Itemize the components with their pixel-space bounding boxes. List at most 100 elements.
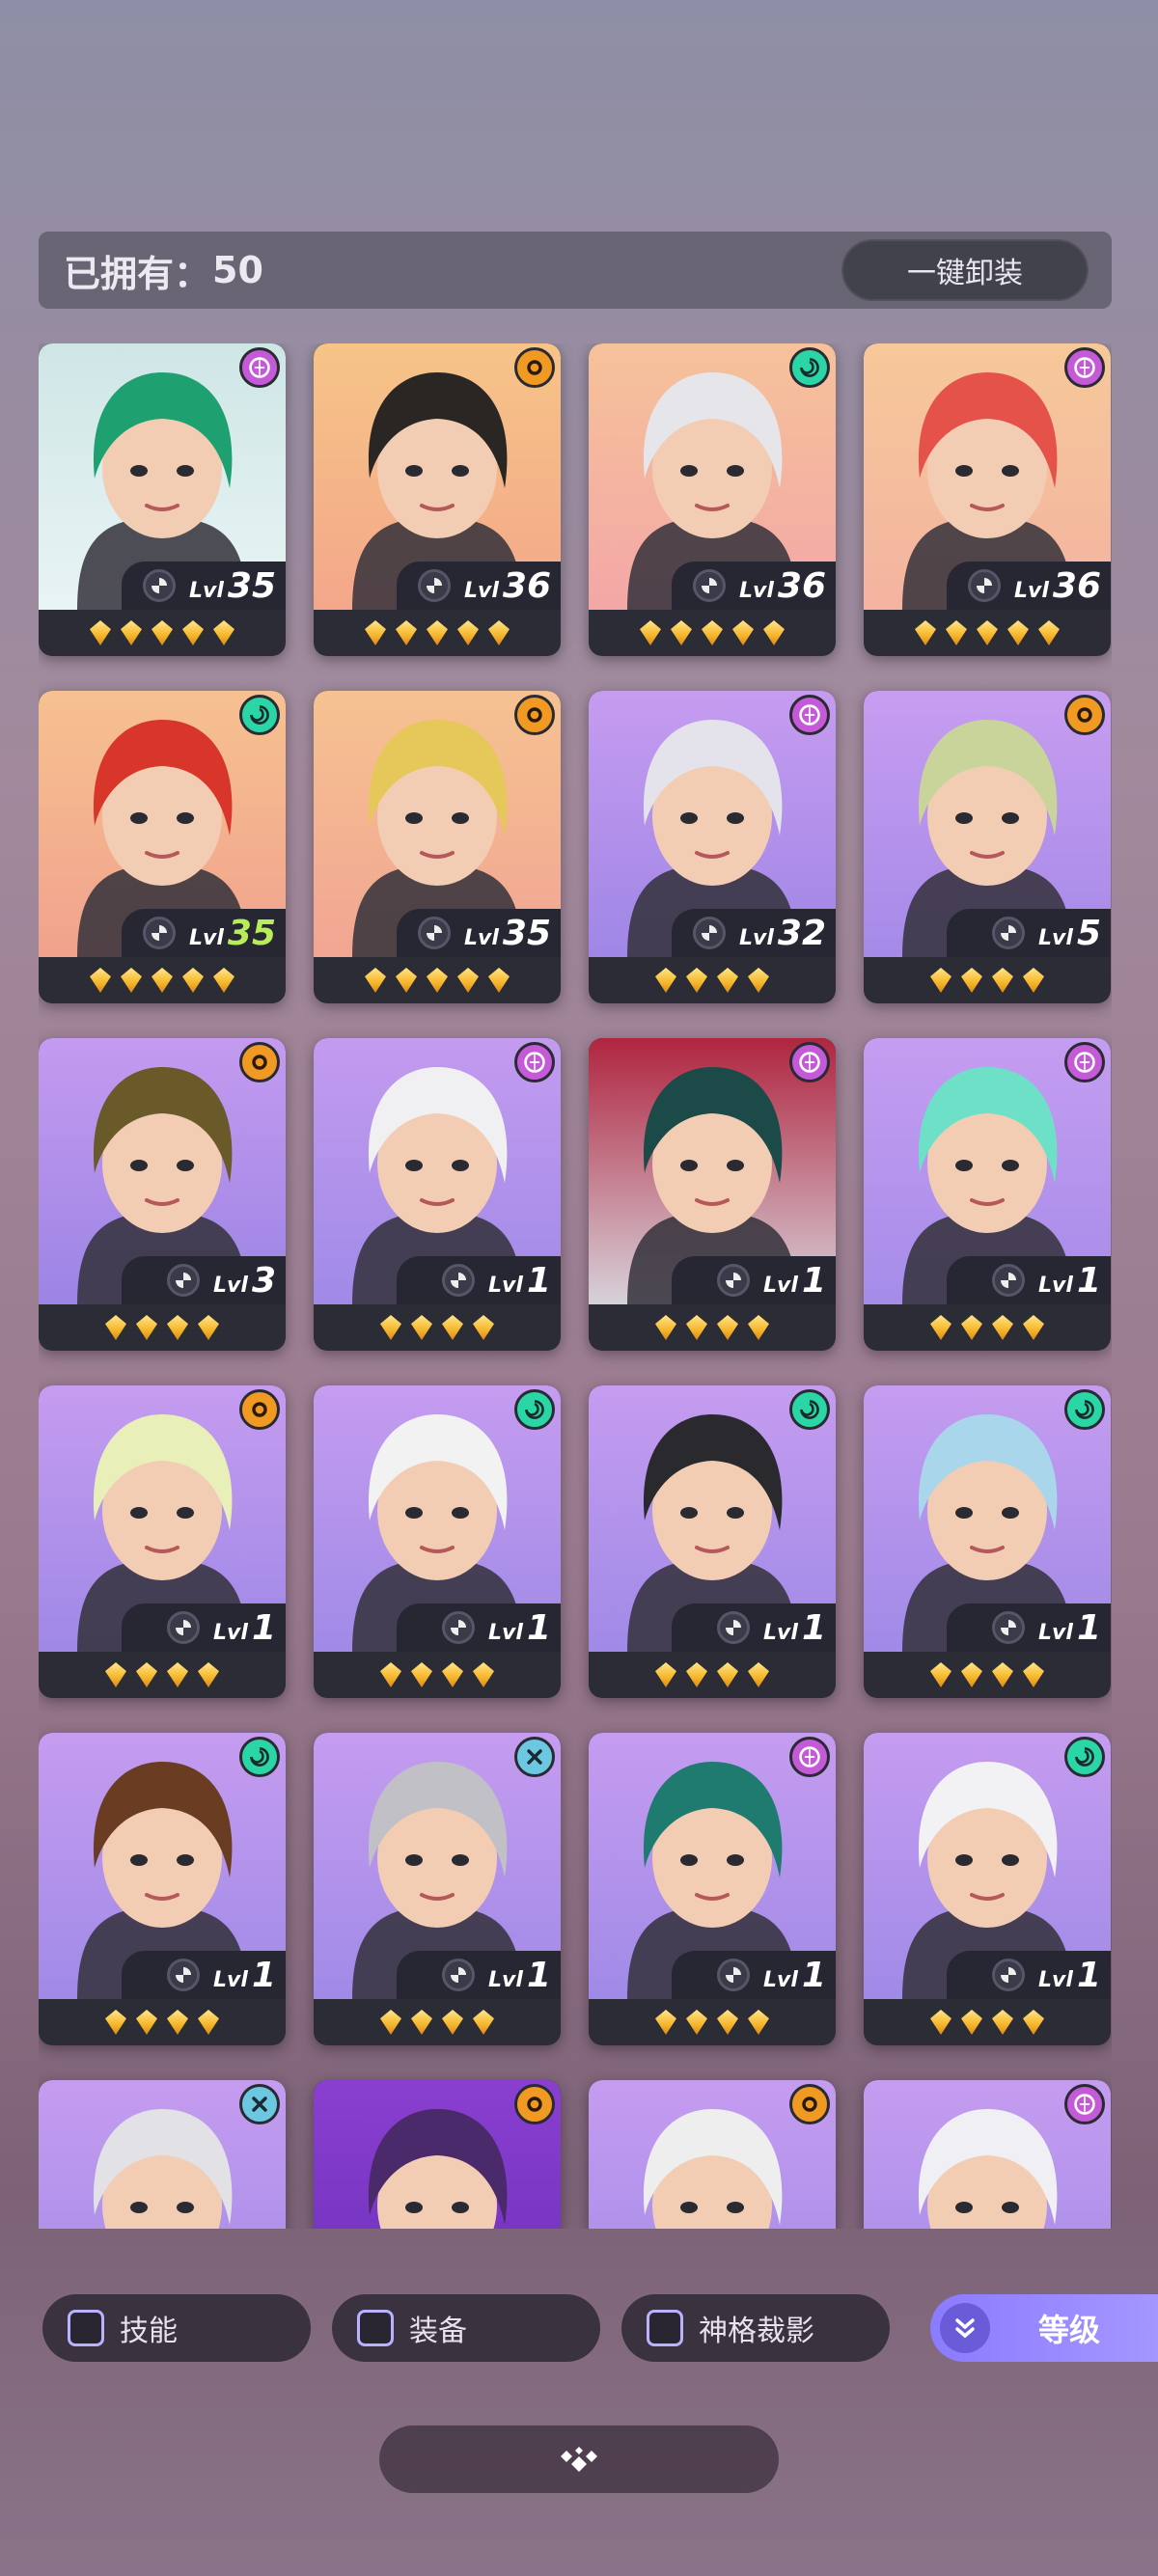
star-gem-icon	[686, 968, 707, 993]
level-text: Lvl 1	[1038, 1608, 1101, 1648]
star-gem-icon	[748, 968, 769, 993]
collapse-button[interactable]	[379, 2425, 779, 2493]
hero-card[interactable]	[314, 2080, 561, 2229]
hero-card[interactable]: Lvl 36	[314, 343, 561, 656]
hero-card[interactable]: Lvl 1	[39, 1733, 286, 2045]
hero-card[interactable]: Lvl 1	[589, 1733, 836, 2045]
sun-faction-icon	[1064, 695, 1105, 735]
level-text: Lvl 5	[1038, 914, 1101, 953]
hero-card[interactable]: Lvl 1	[314, 1733, 561, 2045]
skill-label: 技能	[120, 2315, 178, 2348]
hero-card[interactable]: Lvl 1	[314, 1038, 561, 1351]
level-value: 32	[777, 913, 826, 953]
awaken-icon	[442, 1611, 476, 1644]
star-rating	[589, 1999, 836, 2045]
hero-card[interactable]: Lvl 35	[39, 343, 286, 656]
level-value: 1	[1076, 1607, 1101, 1648]
level-value: 35	[227, 913, 276, 953]
star-gem-icon	[717, 2010, 738, 2035]
swirl-faction-icon	[789, 347, 830, 388]
star-gem-icon	[473, 1315, 494, 1340]
hero-card[interactable]: Lvl 32	[589, 691, 836, 1003]
level-text: Lvl 1	[763, 1608, 826, 1648]
level-prefix: Lvl	[763, 1967, 798, 1992]
level-text: Lvl 1	[488, 1956, 551, 1995]
level-prefix: Lvl	[188, 925, 224, 950]
chevron-double-down-icon	[940, 2303, 990, 2353]
star-gem-icon	[90, 968, 111, 993]
level-prefix: Lvl	[488, 1967, 523, 1992]
hero-card[interactable]: Lvl 1	[864, 1733, 1111, 2045]
hero-card[interactable]: Lvl 1	[589, 1385, 836, 1698]
star-gem-icon	[198, 2010, 219, 2035]
hero-card[interactable]: Lvl 35	[39, 691, 286, 1003]
filter-equip[interactable]: 装备	[332, 2294, 600, 2362]
hero-card[interactable]: Lvl 1	[39, 1385, 286, 1698]
shadow-label: 神格裁影	[699, 2315, 814, 2348]
level-text: Lvl 1	[763, 1956, 826, 1995]
star-gem-icon	[411, 1662, 432, 1687]
hero-card[interactable]	[864, 2080, 1111, 2229]
shadow-checkbox[interactable]	[647, 2310, 683, 2346]
level-value: 1	[801, 1260, 826, 1301]
level-value: 36	[777, 565, 826, 606]
awaken-icon	[992, 1264, 1026, 1297]
owned-label: 已拥有：	[64, 252, 211, 295]
hero-card[interactable]	[589, 2080, 836, 2229]
level-prefix: Lvl	[1038, 1967, 1073, 1992]
hero-card[interactable]	[39, 2080, 286, 2229]
star-gem-icon	[1023, 1662, 1044, 1687]
star-rating	[589, 610, 836, 656]
star-gem-icon	[411, 2010, 432, 2035]
void-faction-icon	[789, 1042, 830, 1082]
star-gem-icon	[1023, 2010, 1044, 2035]
level-text: Lvl 1	[488, 1261, 551, 1301]
hero-card[interactable]: Lvl 1	[314, 1385, 561, 1698]
star-gem-icon	[961, 2010, 982, 2035]
star-rating	[314, 957, 561, 1003]
level-bar: Lvl 1	[397, 1603, 561, 1652]
star-gem-icon	[961, 968, 982, 993]
sun-faction-icon	[239, 1389, 280, 1430]
awaken-icon	[692, 569, 726, 602]
level-prefix: Lvl	[1038, 925, 1073, 950]
equip-checkbox[interactable]	[357, 2310, 394, 2346]
level-text: Lvl 35	[189, 566, 276, 606]
filter-skill[interactable]: 技能	[42, 2294, 311, 2362]
hero-card[interactable]: Lvl 1	[864, 1038, 1111, 1351]
diamond-arrow-icon	[561, 2447, 597, 2472]
star-rating	[314, 610, 561, 656]
star-gem-icon	[198, 1315, 219, 1340]
level-prefix: Lvl	[488, 1620, 523, 1645]
level-prefix: Lvl	[188, 578, 224, 603]
level-bar: Lvl 3	[122, 1256, 286, 1304]
filter-bar: 技能 装备 神格裁影 等级	[42, 2294, 1158, 2362]
filter-shadow[interactable]: 神格裁影	[621, 2294, 890, 2362]
hero-card[interactable]: Lvl 5	[864, 691, 1111, 1003]
hero-card[interactable]: Lvl 36	[864, 343, 1111, 656]
hero-card[interactable]: Lvl 36	[589, 343, 836, 656]
star-gem-icon	[427, 968, 448, 993]
level-text: Lvl 36	[1014, 566, 1101, 606]
level-prefix: Lvl	[213, 1273, 248, 1298]
hero-card[interactable]: Lvl 3	[39, 1038, 286, 1351]
hero-card[interactable]: Lvl 1	[589, 1038, 836, 1351]
level-bar: Lvl 1	[397, 1951, 561, 1999]
star-gem-icon	[992, 2010, 1013, 2035]
level-bar: Lvl 1	[122, 1603, 286, 1652]
star-gem-icon	[977, 620, 998, 645]
level-text: Lvl 35	[464, 914, 551, 953]
unequip-all-button[interactable]: 一键卸装	[841, 239, 1089, 301]
hero-card[interactable]: Lvl 1	[864, 1385, 1111, 1698]
owned-number: 50	[212, 249, 263, 291]
level-bar: Lvl 1	[947, 1951, 1111, 1999]
level-value: 1	[526, 1260, 551, 1301]
sort-level-button[interactable]: 等级	[930, 2294, 1158, 2362]
star-gem-icon	[1038, 620, 1060, 645]
skill-checkbox[interactable]	[68, 2310, 104, 2346]
star-gem-icon	[396, 968, 417, 993]
void-faction-icon	[514, 1042, 555, 1082]
hero-card[interactable]: Lvl 35	[314, 691, 561, 1003]
level-prefix: Lvl	[488, 1273, 523, 1298]
level-prefix: Lvl	[213, 1620, 248, 1645]
